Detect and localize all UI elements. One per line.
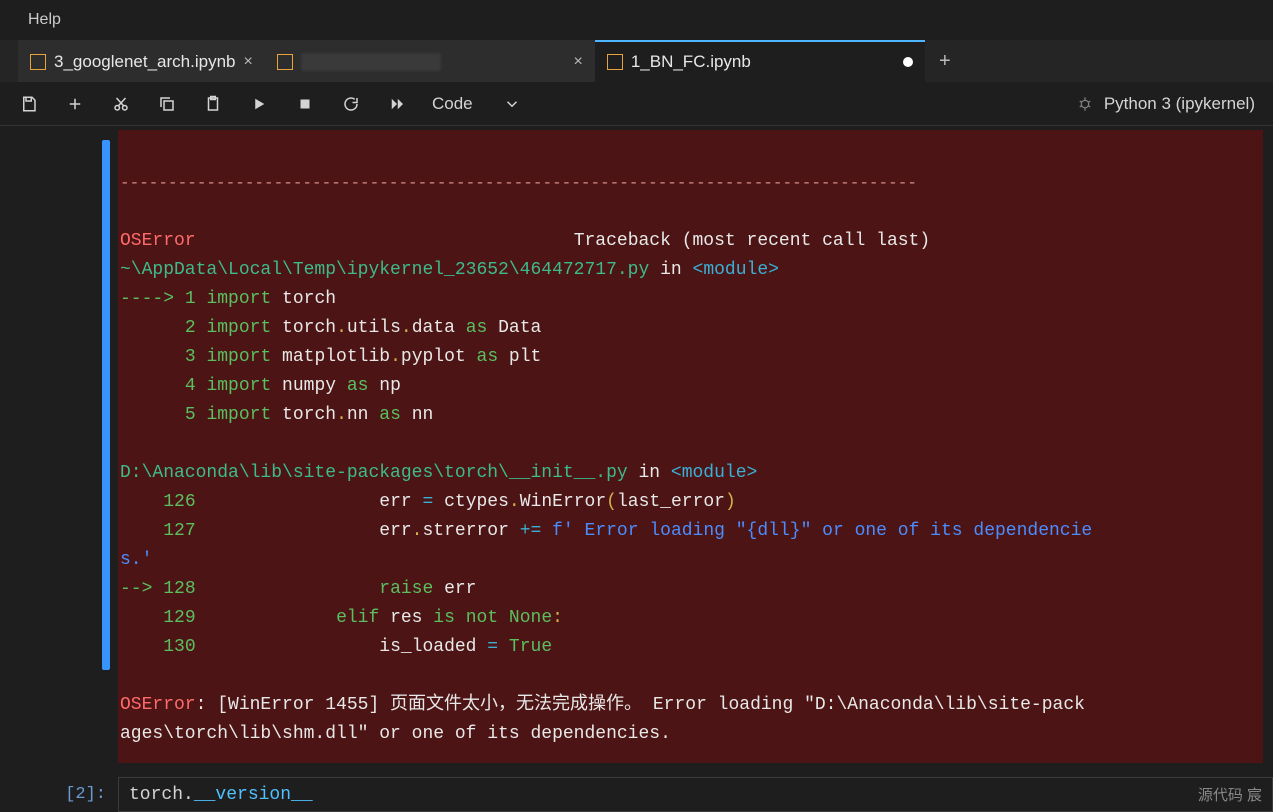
paste-button[interactable]	[202, 93, 224, 115]
menu-help[interactable]: Help	[28, 11, 61, 29]
traceback-path-2: D:\Anaconda\lib\site-packages\torch\__in…	[120, 463, 628, 483]
stop-button[interactable]	[294, 93, 316, 115]
cell-type-dropdown[interactable]: Code	[432, 94, 521, 114]
tab-label: 3_googlenet_arch.ipynb	[54, 52, 235, 72]
exec-indicator	[102, 140, 110, 670]
copy-button[interactable]	[156, 93, 178, 115]
chevron-down-icon	[503, 95, 521, 113]
save-button[interactable]	[18, 93, 40, 115]
tab-2[interactable]: 1_BN_FC.ipynb	[595, 40, 925, 82]
final-error-msg: : [WinError 1455] 页面文件太小，无法完成操作。 Error l…	[120, 695, 1085, 744]
tab-label-redacted	[301, 53, 441, 71]
traceback-path-1: ~\AppData\Local\Temp\ipykernel_23652\464…	[120, 260, 649, 280]
wrap-continuation: s.'	[120, 550, 152, 570]
traceback-separator: ----------------------------------------…	[120, 169, 1259, 198]
notebook-icon	[277, 54, 293, 70]
code-token: torch.	[129, 785, 194, 805]
cell-gutter	[18, 130, 118, 763]
bug-icon	[1076, 95, 1094, 113]
menu-bar: Help	[0, 0, 1273, 40]
restart-button[interactable]	[340, 93, 362, 115]
toolbar: Code Python 3 (ipykernel)	[0, 82, 1273, 126]
cell-input[interactable]: torch.__version__ 源代码 宸	[118, 777, 1273, 812]
add-cell-button[interactable]	[64, 93, 86, 115]
error-traceback: ----------------------------------------…	[118, 130, 1263, 763]
output-area: ----------------------------------------…	[118, 130, 1273, 763]
tab-bar: 3_googlenet_arch.ipynb × × 1_BN_FC.ipynb…	[0, 40, 1273, 82]
dirty-indicator	[903, 57, 913, 67]
traceback-header: Traceback (most recent call last)	[574, 231, 930, 251]
notebook-body: ----------------------------------------…	[0, 126, 1273, 763]
cell-prompt: [2]:	[18, 785, 118, 804]
notebook-icon	[30, 54, 46, 70]
run-all-button[interactable]	[386, 93, 408, 115]
final-error-name: OSError	[120, 695, 196, 715]
kernel-name: Python 3 (ipykernel)	[1104, 94, 1255, 114]
cell-type-label: Code	[432, 94, 473, 114]
kernel-status[interactable]: Python 3 (ipykernel)	[1076, 94, 1255, 114]
run-button[interactable]	[248, 93, 270, 115]
tab-0[interactable]: 3_googlenet_arch.ipynb ×	[18, 40, 265, 82]
tab-1[interactable]: ×	[265, 40, 595, 82]
tab-label: 1_BN_FC.ipynb	[631, 52, 751, 72]
code-token-dunder: __version__	[194, 785, 313, 805]
cut-button[interactable]	[110, 93, 132, 115]
close-icon[interactable]: ×	[573, 53, 582, 71]
status-hint: 源代码 宸	[1198, 784, 1262, 805]
error-name: OSError	[120, 231, 196, 251]
notebook-icon	[607, 54, 623, 70]
close-icon[interactable]: ×	[243, 53, 252, 71]
add-tab-button[interactable]: +	[925, 40, 965, 82]
code-cell: [2]: torch.__version__ 源代码 宸	[0, 777, 1273, 812]
